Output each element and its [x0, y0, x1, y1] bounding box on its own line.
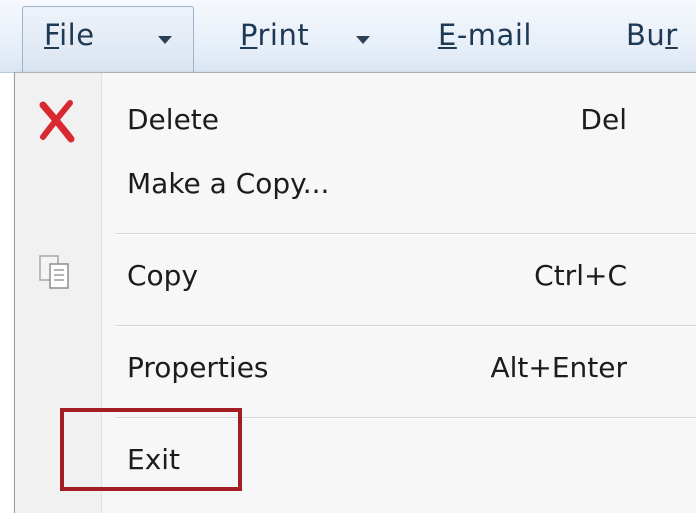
print-button[interactable]: Print: [240, 18, 309, 52]
command-bar: File Print E-mail Bur: [0, 0, 696, 73]
menu-item-label: Copy: [127, 259, 199, 292]
menu-item-delete[interactable]: Delete Del: [15, 89, 696, 149]
print-accel-key: P: [240, 18, 258, 52]
print-label-rest: rint: [257, 18, 310, 52]
menu-item-shortcut: Del: [580, 103, 627, 136]
email-button[interactable]: E-mail: [438, 18, 532, 52]
menu-item-label: Make a Copy...: [127, 167, 330, 200]
menu-item-shortcut: Alt+Enter: [490, 351, 627, 384]
menu-separator: [115, 233, 696, 235]
menu-item-label: Delete: [127, 103, 219, 136]
copy-icon: [39, 255, 69, 289]
file-label-rest: ile: [59, 18, 95, 52]
email-label-rest: -mail: [456, 18, 532, 52]
file-menu-label[interactable]: File: [44, 18, 95, 52]
menu-item-shortcut: Ctrl+C: [534, 259, 627, 292]
menu-separator: [115, 325, 696, 327]
print-dropdown-arrow-icon[interactable]: [356, 36, 370, 44]
delete-x-icon: [39, 100, 75, 143]
file-accel-key: F: [44, 18, 60, 52]
burn-button[interactable]: Bur: [626, 18, 678, 52]
menu-item-properties[interactable]: Properties Alt+Enter: [15, 337, 696, 397]
burn-label-pre: Bu: [626, 18, 666, 52]
menu-item-copy[interactable]: Copy Ctrl+C: [15, 245, 696, 305]
menu-item-make-a-copy[interactable]: Make a Copy...: [15, 153, 696, 213]
exit-highlight-box: [60, 408, 242, 491]
email-accel-key: E: [438, 18, 457, 52]
file-dropdown-arrow-icon[interactable]: [158, 36, 172, 44]
burn-accel-key: r: [665, 18, 678, 52]
menu-item-label: Properties: [127, 351, 269, 384]
